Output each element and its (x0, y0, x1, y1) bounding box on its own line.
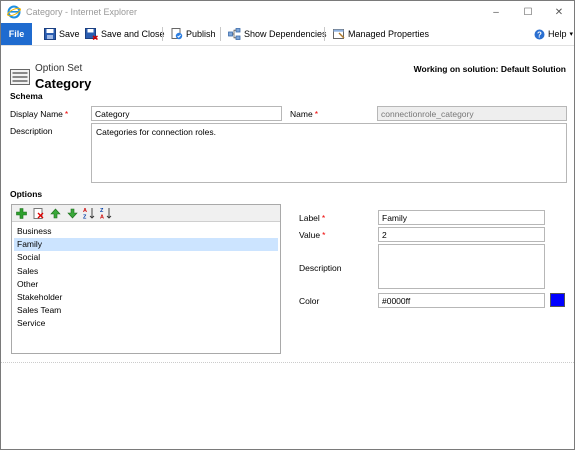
minimize-button[interactable]: – (481, 1, 511, 23)
color-input[interactable]: #0000ff (378, 293, 545, 308)
options-toolbar: AZ ZA (12, 205, 280, 222)
entity-type-label: Option Set (35, 63, 83, 74)
save-icon (44, 28, 56, 40)
svg-text:Z: Z (83, 215, 87, 220)
option-description-textarea[interactable] (378, 244, 545, 289)
svg-text:?: ? (537, 30, 542, 39)
publish-label: Publish (186, 29, 216, 39)
managed-properties-icon (333, 29, 345, 39)
color-label: Color (299, 296, 320, 306)
show-dependencies-label: Show Dependencies (244, 29, 327, 39)
name-input: connectionrole_category (377, 106, 567, 121)
option-item[interactable]: Family (14, 238, 278, 252)
move-up-icon[interactable] (49, 207, 61, 219)
display-name-input[interactable]: Category (91, 106, 282, 121)
save-and-close-icon (85, 28, 98, 40)
option-item[interactable]: Sales Team (14, 304, 278, 317)
sort-descending-icon[interactable]: ZA (100, 207, 112, 219)
working-on-solution: Working on solution: Default Solution (413, 64, 566, 74)
browser-window: Category - Internet Explorer – ☐ ✕ File … (0, 0, 575, 450)
add-icon[interactable] (15, 207, 27, 219)
svg-text:Z: Z (100, 208, 104, 214)
option-item[interactable]: Stakeholder (14, 291, 278, 304)
publish-icon (171, 28, 183, 40)
ribbon-separator (220, 27, 221, 41)
option-item[interactable]: Social (14, 251, 278, 264)
help-icon: ? (534, 29, 545, 39)
save-button[interactable]: Save (44, 26, 80, 42)
description-label: Description (10, 126, 53, 136)
sort-ascending-icon[interactable]: AZ (83, 207, 95, 219)
ribbon-separator (324, 27, 325, 41)
required-marker: * (64, 109, 69, 119)
help-label: Help (548, 29, 567, 39)
dependencies-icon (228, 28, 241, 40)
required-marker: * (322, 230, 326, 240)
value-label: Value * (299, 230, 326, 240)
required-marker: * (314, 109, 318, 119)
svg-text:A: A (100, 215, 104, 220)
ribbon-toolbar: File Save Save and Close Publish Show De… (1, 23, 574, 45)
value-input[interactable]: 2 (378, 227, 545, 242)
save-and-close-button[interactable]: Save and Close (85, 26, 165, 42)
help-button[interactable]: ? Help ▾ (534, 26, 573, 42)
move-down-icon[interactable] (66, 207, 78, 219)
options-list-panel: AZ ZA Business Family Social Sales Other Stak… (11, 204, 281, 354)
description-textarea[interactable]: Categories for connection roles. (91, 123, 567, 183)
delete-icon[interactable] (32, 207, 44, 219)
options-list: Business Family Social Sales Other Stakeholde… (14, 225, 278, 331)
managed-properties-button[interactable]: Managed Properties (333, 26, 429, 42)
option-item[interactable]: Business (14, 225, 278, 238)
save-label: Save (59, 29, 80, 39)
color-swatch[interactable] (550, 293, 565, 307)
publish-button[interactable]: Publish (171, 26, 216, 42)
ribbon-divider (1, 45, 574, 46)
svg-text:A: A (83, 208, 87, 214)
options-section-title: Options (10, 189, 43, 199)
option-item[interactable]: Other (14, 278, 278, 291)
option-description-label: Description (299, 263, 342, 273)
required-marker: * (321, 213, 326, 223)
name-label: Name * (290, 109, 318, 119)
maximize-button[interactable]: ☐ (513, 1, 543, 23)
ribbon-separator (162, 27, 163, 41)
display-name-label: Display Name * (10, 109, 69, 119)
schema-section-title: Schema (10, 91, 43, 101)
form-divider (1, 362, 574, 363)
window-title: Category - Internet Explorer (26, 7, 138, 17)
label-input[interactable]: Family (378, 210, 545, 225)
chevron-down-icon: ▾ (569, 31, 574, 38)
option-set-icon (10, 69, 30, 85)
managed-properties-label: Managed Properties (348, 29, 430, 39)
page-title: Category (35, 76, 92, 91)
internet-explorer-icon (7, 5, 21, 19)
option-item[interactable]: Service (14, 317, 278, 330)
close-button[interactable]: ✕ (544, 1, 574, 23)
title-bar: Category - Internet Explorer – ☐ ✕ (1, 1, 574, 23)
save-and-close-label: Save and Close (101, 29, 165, 39)
option-item[interactable]: Sales (14, 265, 278, 278)
show-dependencies-button[interactable]: Show Dependencies (228, 26, 327, 42)
label-label: Label * (299, 213, 326, 223)
file-button[interactable]: File (1, 23, 32, 45)
